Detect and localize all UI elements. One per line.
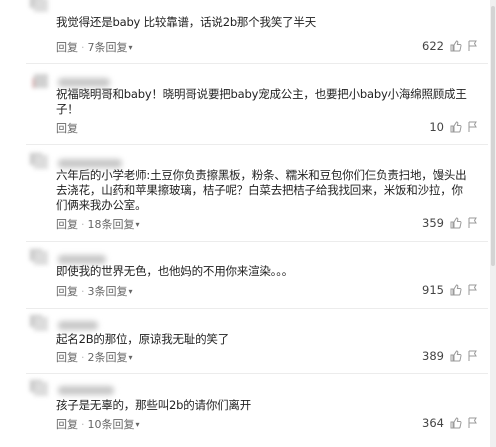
reply-button[interactable]: 回复 [56, 41, 78, 54]
flag-icon[interactable] [467, 284, 479, 296]
thumbs-up-icon[interactable] [450, 284, 462, 296]
scrollbar[interactable] [490, 0, 496, 447]
like-count: 915 [422, 283, 444, 297]
reply-button[interactable]: 回复 [56, 351, 78, 364]
comment-text: 孩子是无辜的，那些叫2b的请你们离开 [56, 398, 252, 412]
thumbs-up-icon[interactable] [450, 350, 462, 362]
view-replies-link[interactable]: 7条回复▾ [88, 41, 133, 54]
view-replies-link[interactable]: 18条回复▾ [88, 218, 140, 231]
comment-text: 六年后的小学老师:土豆你负责擦黑板，粉条、糯米和豆包你们仨负责扫地，馒头出去浇花… [56, 168, 467, 212]
like-count: 359 [422, 216, 444, 230]
view-replies-link[interactable]: 3条回复▾ [88, 285, 133, 298]
chevron-down-icon: ▾ [135, 220, 140, 229]
thumbs-up-icon[interactable] [450, 217, 462, 229]
avatar[interactable] [30, 249, 52, 271]
comment-actions: 回复 · 10条回复▾ [56, 416, 140, 432]
separator: · [81, 351, 85, 364]
view-replies-link[interactable]: 2条回复▾ [88, 351, 133, 364]
thumbs-up-icon[interactable] [450, 40, 462, 52]
separator: · [81, 285, 85, 298]
reply-button[interactable]: 回复 [56, 418, 78, 431]
thumbs-up-icon[interactable] [450, 121, 462, 133]
separator: · [81, 218, 85, 231]
like-count: 364 [422, 416, 444, 430]
avatar[interactable] [30, 380, 52, 402]
thumbs-up-icon[interactable] [450, 417, 462, 429]
flag-icon[interactable] [467, 350, 479, 362]
chevron-down-icon: ▾ [128, 287, 133, 296]
comment-actions: 回复 · 3条回复▾ [56, 283, 133, 299]
avatar[interactable] [30, 153, 52, 175]
username[interactable] [58, 78, 110, 87]
comment-text: 祝福晓明哥和baby！晓明哥说要把baby宠成公主，也要把小baby小海绵照顾成… [56, 87, 467, 116]
flag-icon[interactable] [467, 40, 479, 52]
divider [26, 63, 488, 64]
comment-text: 我觉得还是baby 比较靠谱，话说2b那个我笑了半天 [56, 15, 317, 29]
avatar[interactable] [30, 72, 52, 94]
separator: · [81, 41, 85, 54]
comment-text: 起名2B的那位，原谅我无耻的笑了 [56, 332, 230, 346]
reply-button[interactable]: 回复 [56, 218, 78, 231]
divider [26, 144, 488, 145]
flag-icon[interactable] [467, 417, 479, 429]
like-count: 622 [422, 39, 444, 53]
comment-actions: 回复 [56, 120, 78, 136]
flag-icon[interactable] [467, 121, 479, 133]
username[interactable] [58, 159, 122, 168]
like-count: 389 [422, 349, 444, 363]
username[interactable] [58, 321, 98, 330]
scrollbar-thumb[interactable] [491, 6, 495, 266]
avatar[interactable] [30, 0, 52, 18]
comment-actions: 回复 · 18条回复▾ [56, 216, 140, 232]
divider [26, 308, 488, 309]
username[interactable] [58, 386, 114, 395]
comment-actions: 回复 · 2条回复▾ [56, 349, 133, 365]
chevron-down-icon: ▾ [128, 43, 133, 52]
divider [26, 241, 488, 242]
reply-button[interactable]: 回复 [56, 285, 78, 298]
avatar[interactable] [30, 315, 52, 337]
view-replies-link[interactable]: 10条回复▾ [88, 418, 140, 431]
comment-actions: 回复 · 7条回复▾ [56, 39, 133, 55]
chevron-down-icon: ▾ [128, 353, 133, 362]
separator: · [81, 418, 85, 431]
comment-text: 即使我的世界无色，也他妈的不用你来渲染。。。 [56, 264, 294, 278]
flag-icon[interactable] [467, 217, 479, 229]
chevron-down-icon: ▾ [135, 420, 140, 429]
reply-button[interactable]: 回复 [56, 122, 78, 135]
like-count: 10 [429, 120, 444, 134]
divider [26, 373, 488, 374]
username[interactable] [58, 255, 106, 264]
